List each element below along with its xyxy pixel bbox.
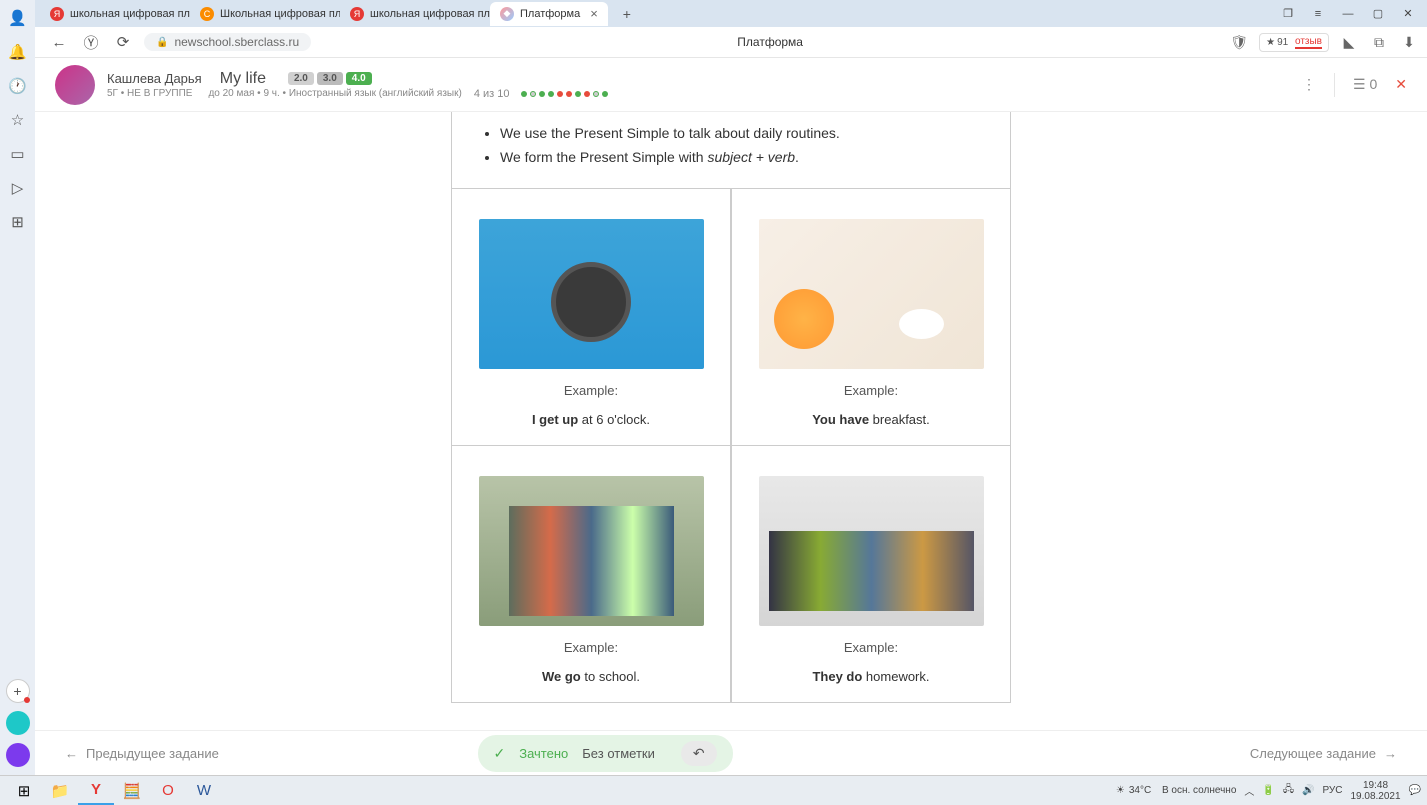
- more-icon[interactable]: ⋮: [1302, 76, 1316, 93]
- status-note: Без отметки: [582, 746, 655, 761]
- undo-button[interactable]: ↶: [681, 741, 717, 766]
- homework-image: [759, 476, 984, 626]
- page-title: Платформа: [321, 35, 1219, 49]
- window-copy-icon[interactable]: ❐: [1273, 0, 1303, 27]
- app-header: Кашлева Дарья My life 2.0 3.0 4.0 5Г • Н…: [0, 58, 1427, 112]
- url-text: newschool.sberclass.ru: [174, 35, 299, 49]
- tab-4[interactable]: ◆Платформа×: [490, 2, 608, 26]
- add-panel-icon[interactable]: +: [6, 679, 30, 703]
- doc-icon[interactable]: ▭: [6, 142, 30, 166]
- user-avatar[interactable]: [55, 65, 95, 105]
- status-pill: ✓ Зачтено Без отметки ↶: [478, 735, 733, 772]
- main-content: We use the Present Simple to talk about …: [35, 112, 1427, 745]
- tab-2[interactable]: СШкольная цифровая плат: [190, 2, 340, 26]
- tab-3[interactable]: Яшкольная цифровая плат: [340, 2, 490, 26]
- grid-icon[interactable]: ⊞: [6, 210, 30, 234]
- rule-2: We form the Present Simple with subject …: [500, 146, 990, 170]
- rules-box: We use the Present Simple to talk about …: [451, 112, 1011, 189]
- os-sidebar: 👤 🔔 🕐 ☆ ▭ ▷ ⊞ +: [0, 0, 35, 775]
- tab-3-label: школьная цифровая плат: [370, 8, 490, 20]
- taskbar: ⊞ 📁 Y 🧮 O W ☀ 34°C В осн. солнечно ︿ 🔋 🖧…: [0, 775, 1427, 805]
- tray-chevron-icon[interactable]: ︿: [1244, 783, 1254, 798]
- explorer-icon[interactable]: 📁: [42, 777, 78, 805]
- tab-1-label: школьная цифровая плат: [70, 8, 190, 20]
- shield-icon[interactable]: 🛡: [1229, 32, 1249, 52]
- lock-icon: 🔒: [156, 37, 168, 48]
- tray-volume-icon[interactable]: 🔊: [1302, 785, 1314, 796]
- opera-icon[interactable]: O: [150, 777, 186, 805]
- progress-dots: [521, 91, 608, 97]
- star-icon[interactable]: ☆: [6, 108, 30, 132]
- play-icon[interactable]: ▷: [6, 176, 30, 200]
- tab-close-icon[interactable]: ×: [590, 6, 598, 21]
- address-bar: ← Ⓨ ⟳ 🔒 newschool.sberclass.ru Платформа…: [0, 27, 1427, 58]
- weather-widget[interactable]: ☀ 34°C В осн. солнечно: [1116, 785, 1237, 796]
- breakfast-image: [759, 219, 984, 369]
- download-icon[interactable]: ⬇: [1399, 32, 1419, 52]
- next-task-button[interactable]: Следующее задание →: [1250, 746, 1397, 761]
- rule-1: We use the Present Simple to talk about …: [500, 122, 990, 146]
- reviews-badge[interactable]: ★91 отзыв: [1259, 33, 1329, 52]
- tray-notifications-icon[interactable]: 💬: [1409, 785, 1421, 796]
- example-cell-3: Example: We go to school.: [451, 446, 731, 703]
- footer-bar: ← Предыдущее задание ✓ Зачтено Без отмет…: [35, 730, 1427, 775]
- example-cell-1: Example: I get up at 6 o'clock.: [451, 189, 731, 446]
- new-tab-button[interactable]: +: [616, 3, 638, 25]
- tray-battery-icon[interactable]: 🔋: [1262, 785, 1274, 796]
- assistant-icon[interactable]: [6, 743, 30, 767]
- examples-grid: Example: I get up at 6 o'clock. Example:…: [451, 189, 1011, 703]
- calculator-icon[interactable]: 🧮: [114, 777, 150, 805]
- level-badge-20: 2.0: [288, 72, 314, 85]
- tab-2-label: Школьная цифровая плат: [220, 8, 340, 20]
- browser-tab-strip: Яшкольная цифровая плат СШкольная цифров…: [0, 0, 1427, 27]
- school-image: [479, 476, 704, 626]
- status-text: Зачтено: [519, 746, 568, 761]
- word-icon[interactable]: W: [186, 777, 222, 805]
- user-name: Кашлева Дарья: [107, 71, 202, 86]
- menu-icon[interactable]: ≡: [1303, 0, 1333, 27]
- extensions-icon[interactable]: ⧉: [1369, 32, 1389, 52]
- bookmark-icon[interactable]: ◣: [1339, 32, 1359, 52]
- check-icon: ✓: [494, 745, 506, 762]
- tab-4-label: Платформа: [520, 8, 580, 20]
- url-field[interactable]: 🔒 newschool.sberclass.ru: [144, 33, 311, 51]
- yandex-browser-icon[interactable]: Y: [78, 777, 114, 805]
- lesson-title: My life: [220, 70, 266, 88]
- list-count[interactable]: ☰ 0: [1353, 76, 1377, 93]
- minimize-button[interactable]: —: [1333, 0, 1363, 27]
- clock-image: [479, 219, 704, 369]
- example-cell-2: Example: You have breakfast.: [731, 189, 1011, 446]
- example-cell-4: Example: They do homework.: [731, 446, 1011, 703]
- clock-icon[interactable]: 🕐: [6, 74, 30, 98]
- tray-network-icon[interactable]: 🖧: [1283, 782, 1294, 799]
- reload-button[interactable]: ⟳: [112, 31, 134, 53]
- tray-lang[interactable]: РУС: [1322, 785, 1342, 796]
- back-button[interactable]: ←: [48, 31, 70, 53]
- prev-task-button[interactable]: ← Предыдущее задание: [65, 746, 219, 761]
- close-window-button[interactable]: ✕: [1393, 0, 1423, 27]
- level-badge-30: 3.0: [317, 72, 343, 85]
- progress-text: 4 из 10: [474, 88, 510, 100]
- close-panel-icon[interactable]: ✕: [1395, 76, 1407, 93]
- tray-clock[interactable]: 19:4819.08.2021: [1350, 780, 1400, 802]
- bell-icon[interactable]: 🔔: [6, 40, 30, 64]
- profile-icon[interactable]: 👤: [6, 6, 30, 30]
- teal-app-icon[interactable]: [6, 711, 30, 735]
- level-badge-40: 4.0: [346, 72, 372, 85]
- yandex-icon[interactable]: Ⓨ: [80, 31, 102, 53]
- start-button[interactable]: ⊞: [6, 777, 42, 805]
- maximize-button[interactable]: ▢: [1363, 0, 1393, 27]
- tab-1[interactable]: Яшкольная цифровая плат: [40, 2, 190, 26]
